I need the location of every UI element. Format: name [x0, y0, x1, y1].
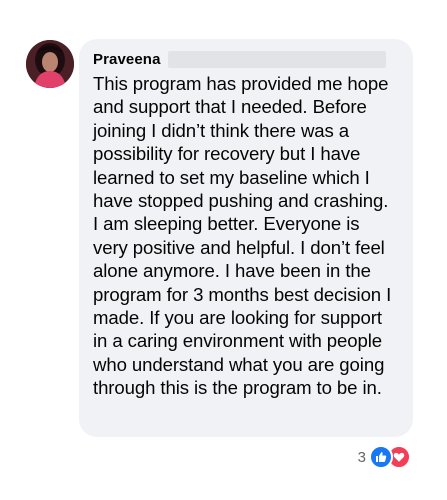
comment-line: This program has provided me hope: [93, 73, 389, 94]
comment-line: very positive and helpful. I don’t feel: [93, 236, 385, 258]
author-name[interactable]: Praveena: [93, 51, 161, 68]
comment-line: made. If you are looking for support: [93, 307, 382, 329]
comment-line: possibility for recovery but I have: [93, 143, 361, 165]
comment-line: joining I didn’t think there was a: [93, 119, 350, 141]
reaction-summary[interactable]: 3: [357, 445, 411, 469]
comment-line: alone anymore. I have been in the: [93, 260, 371, 282]
comment-line: I am sleeping better. Everyone is: [93, 213, 360, 235]
like-icon: [369, 445, 393, 469]
comment-line: have stopped pushing and crashing.: [93, 190, 389, 212]
comment-line: in a caring environment with people: [93, 330, 383, 352]
avatar[interactable]: [26, 40, 74, 88]
reaction-count: 3: [357, 448, 366, 466]
profile-photo: [26, 40, 74, 88]
comment-line: through this is the program to be in.: [93, 377, 382, 399]
comment-header: Praveena: [93, 48, 401, 70]
comment-line: who understand what you are going: [93, 353, 385, 375]
comment-bubble: Praveena This program has provided me ho…: [79, 39, 413, 437]
comment-line: learned to set my baseline which I: [93, 166, 370, 188]
comment-line: and support that I needed. Before: [93, 96, 367, 118]
comment-line: program for 3 months best decision I: [93, 283, 392, 305]
redacted-name-bar: [167, 50, 386, 68]
comment-text: This program has provided me hope and sup…: [93, 72, 401, 400]
